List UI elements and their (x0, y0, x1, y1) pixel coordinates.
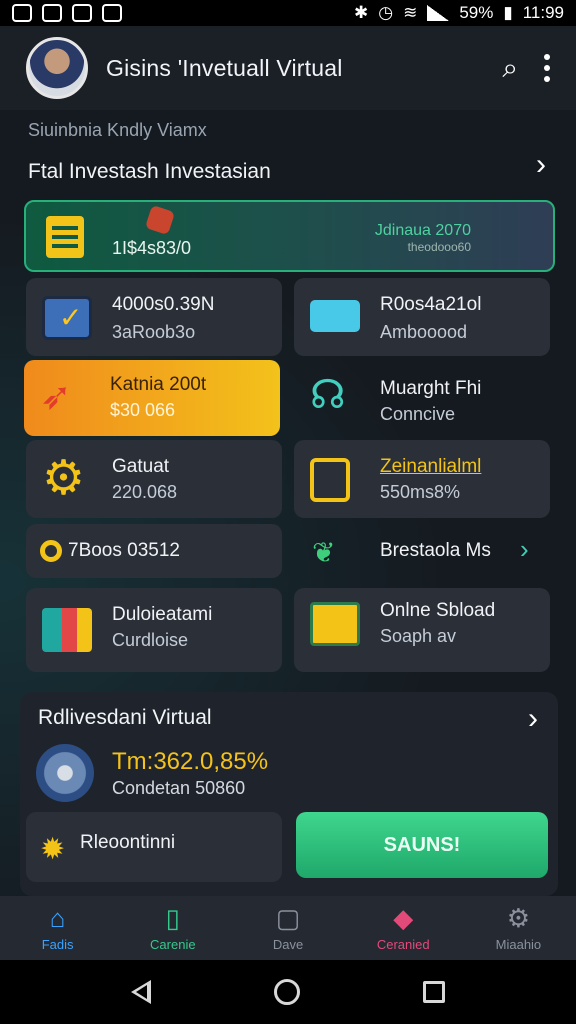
nav-label: Fadis (41, 936, 74, 952)
headset-icon: ☊ (310, 373, 346, 417)
bluetooth-icon: ✱ (353, 3, 369, 22)
laptop-check-icon (42, 296, 92, 340)
card-sub: Conncive (380, 404, 456, 424)
nav-item-square[interactable]: ▢ Dave (230, 896, 345, 960)
card-1[interactable]: 4000s0.39N 3aRoob3o (26, 278, 282, 356)
square-icon: ▢ (275, 902, 301, 933)
hero-right-title: Jdinaua 2070 (374, 222, 471, 239)
virtual-panel: Rdlivesdani Virtual › Tm:362.0,85% Conde… (20, 692, 558, 896)
nav-item-settings[interactable]: ⚙ Miaahio (461, 896, 576, 960)
card-sub: $30 066 (110, 400, 176, 420)
hero-card[interactable]: 1I$4s83/0 Jdinaua 2070 theodooo60 (24, 200, 555, 272)
chevron-right-icon[interactable]: › (536, 148, 546, 182)
nav-label: Dave (272, 936, 304, 952)
phone-icon: ▯ (165, 902, 180, 933)
card-sub: 550ms8% (380, 482, 461, 502)
app-title: Gisins 'Invetuall Virtual (106, 54, 343, 81)
card-2[interactable]: R0os4a21ol Ambooood (294, 278, 550, 356)
stat-sub: Condetan 50860 (112, 778, 246, 798)
card-title: Katnia 200t (110, 374, 207, 395)
card-title: R0os4a21ol (380, 294, 482, 315)
hero-right-sub: theodooo60 (407, 240, 471, 254)
card-title: Muarght Fhi (380, 378, 482, 399)
leaf-icon: ❦ (312, 537, 336, 568)
nav-label: Carenie (150, 936, 196, 952)
card-sub: Ambooood (380, 322, 468, 342)
card-6[interactable]: Zeinanlialml 550ms8% (294, 440, 550, 518)
bottom-nav: ⌂ Fadis ▯ Carenie ▢ Dave ◆ Ceranied ⚙ Mi… (0, 896, 576, 960)
card-title: Onlne Sbload (380, 600, 496, 621)
card-4[interactable]: ☊ Muarght Fhi Conncive (294, 360, 550, 436)
strip-right-text: Brestaola Ms (380, 540, 491, 561)
battery-text: 59% (459, 3, 494, 22)
card-sub: 3aRoob3o (112, 322, 196, 342)
rocket-icon: ➶ (40, 376, 72, 418)
gear-icon: ⚙ (506, 902, 531, 933)
nav-label: Miaahio (495, 936, 542, 952)
nav-item-chat[interactable]: ◆ Ceranied (346, 896, 461, 960)
notification-icons (12, 4, 122, 22)
bag-icon (144, 204, 176, 236)
disc-icon (36, 744, 94, 802)
back-icon[interactable] (131, 980, 152, 1004)
alarm-icon: ◷ (378, 3, 394, 22)
sun-icon: ✹ (40, 833, 66, 866)
card-title: 4000s0.39N (112, 294, 215, 315)
search-icon[interactable]: ⌕ (502, 54, 518, 82)
notification-icon (42, 4, 62, 22)
document-icon (46, 216, 84, 258)
wifi-icon: ≋ (403, 3, 418, 22)
section-title[interactable]: Ftal Investash Investasian (28, 160, 271, 184)
notification-icon (12, 4, 32, 22)
more-options-icon[interactable] (544, 54, 550, 82)
card-5[interactable]: ⚙ Gatuat 220.068 (26, 440, 282, 518)
books-icon (42, 608, 92, 652)
app-bar: Gisins 'Invetuall Virtual ⌕ (0, 26, 576, 110)
system-nav-bar (0, 960, 576, 1024)
card-title: Gatuat (112, 456, 170, 477)
cta-button[interactable]: SAUNS! (296, 812, 548, 878)
nav-item-home[interactable]: ⌂ Fadis (0, 896, 115, 960)
card-sub: Curdloise (112, 630, 189, 650)
section-subtitle: Siuinbnia Kndly Viamx (28, 120, 207, 140)
card-sub: 220.068 (112, 482, 178, 502)
recents-icon[interactable] (422, 981, 445, 1003)
chat-icon: ◆ (393, 902, 414, 933)
gear-icon: ⚙ (42, 452, 86, 505)
clock: 11:99 (522, 3, 564, 22)
card-sub: Soaph av (380, 626, 457, 646)
nav-label: Ceranied (376, 936, 430, 952)
main-content: Siuinbnia Kndly Viamx Ftal Investash Inv… (0, 110, 576, 896)
card-7[interactable]: Duloieatami Curdloise (26, 588, 282, 672)
card-title: Duloieatami (112, 604, 213, 625)
stat-value: Tm:362.0,85% (112, 748, 269, 775)
strip-right[interactable]: ❦ Brestaola Ms › (294, 524, 550, 578)
recommendation-label: Rleoontinni (80, 832, 176, 853)
bag-icon (310, 458, 350, 502)
hero-value: 1I$4s83/0 (112, 238, 192, 258)
chevron-right-icon[interactable]: › (520, 534, 529, 565)
recommendation-card[interactable]: ✹ Rleoontinni (26, 812, 282, 882)
home-button-icon[interactable] (273, 979, 300, 1005)
home-icon: ⌂ (49, 902, 66, 933)
avatar[interactable] (26, 37, 88, 99)
card-title: Zeinanlialml (380, 456, 482, 477)
card-3[interactable]: ➶ Katnia 200t $30 066 (24, 360, 280, 436)
notification-icon (102, 4, 122, 22)
nav-item-phone[interactable]: ▯ Carenie (115, 896, 230, 960)
ticket-icon (310, 300, 360, 332)
strip-left-text: 7Boos 03512 (68, 540, 180, 561)
battery-icon: ▮ (503, 3, 513, 22)
card-8[interactable]: Onlne Sbload Soaph av (294, 588, 550, 672)
status-bar: ✱ ◷ ≋ 59% ▮ 11:99 (0, 0, 576, 26)
notification-icon (72, 4, 92, 22)
panel-title[interactable]: Rdlivesdani Virtual (38, 706, 212, 730)
strip-left[interactable]: 7Boos 03512 (26, 524, 282, 578)
signal-icon (427, 5, 450, 21)
coin-icon (40, 540, 62, 562)
chevron-right-icon[interactable]: › (528, 702, 538, 736)
screen-icon (310, 602, 360, 646)
